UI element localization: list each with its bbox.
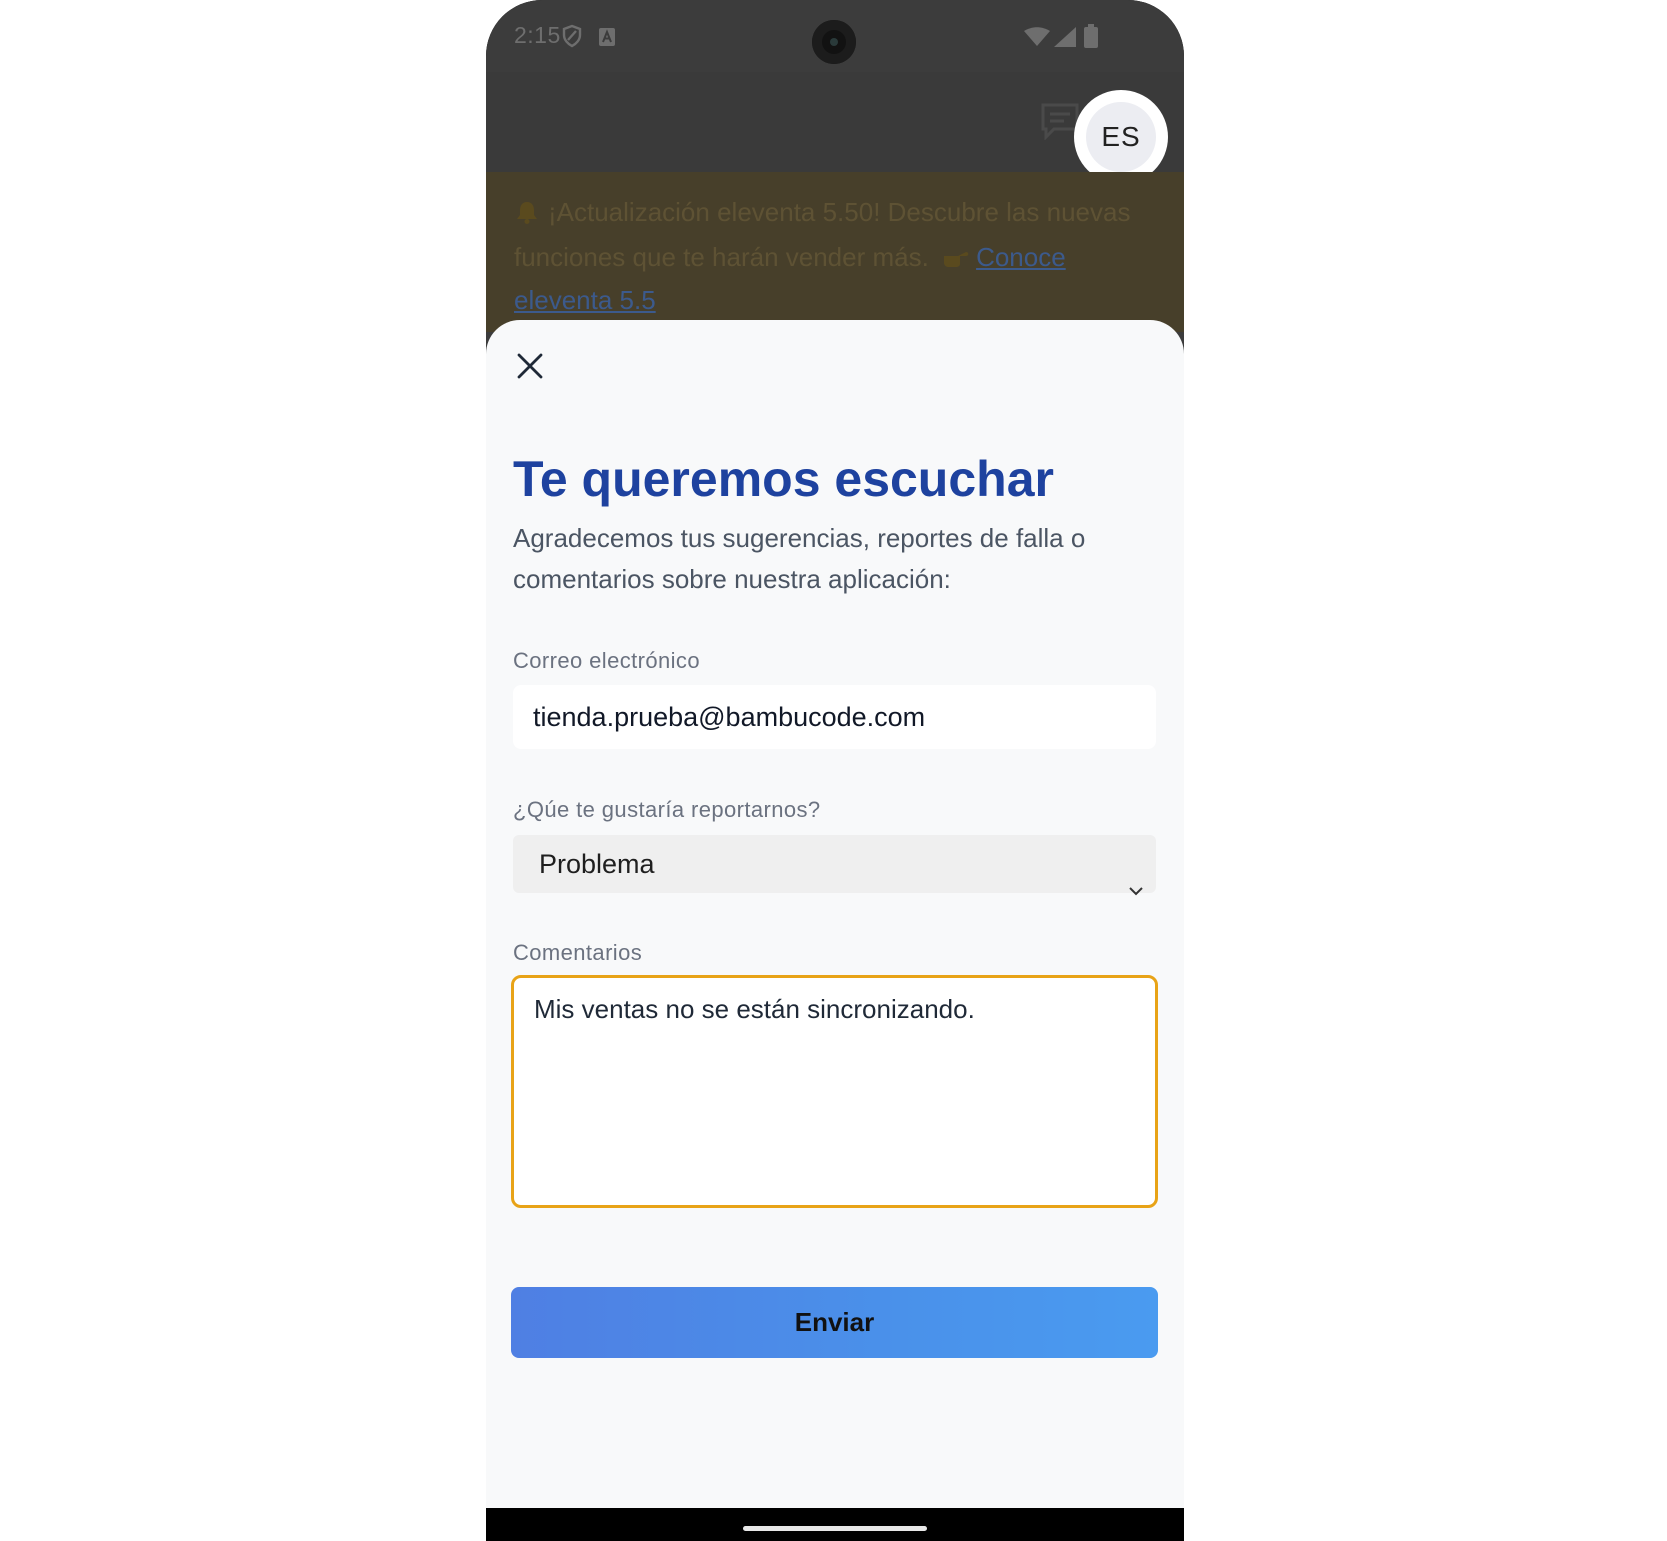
a-icon	[598, 26, 616, 53]
avatar-initials: ES	[1086, 102, 1156, 172]
submit-button[interactable]: Enviar	[511, 1287, 1158, 1358]
app-bar: ES	[486, 72, 1184, 184]
home-indicator[interactable]	[743, 1526, 927, 1531]
chevron-down-icon	[1128, 858, 1144, 916]
email-field[interactable]: tienda.prueba@bambucode.com	[513, 685, 1156, 749]
close-button[interactable]	[510, 348, 550, 388]
sheet-subtitle: Agradecemos tus sugerencias, reportes de…	[513, 523, 1086, 594]
bell-icon	[514, 196, 540, 237]
close-icon	[517, 353, 543, 384]
wifi-icon	[1024, 26, 1050, 53]
sheet-title: Te queremos escuchar	[513, 451, 1054, 507]
phone-frame: 2:15 ES ¡Actualización eleventa 5.50! De…	[486, 0, 1184, 1541]
hand-pointing-icon	[942, 239, 970, 280]
signal-icon	[1054, 26, 1076, 53]
status-time: 2:15	[514, 22, 561, 48]
avatar[interactable]: ES	[1074, 90, 1168, 184]
comments-textarea[interactable]: Mis ventas no se están sincronizando.	[511, 975, 1158, 1208]
shield-icon	[562, 24, 582, 54]
front-camera	[812, 20, 856, 64]
update-banner: ¡Actualización eleventa 5.50! Descubre l…	[486, 172, 1184, 332]
report-type-value: Problema	[539, 849, 655, 879]
system-nav-bar	[486, 1508, 1184, 1541]
status-bar: 2:15	[486, 0, 1184, 72]
report-type-select[interactable]: Problema	[513, 835, 1156, 896]
comments-label: Comentarios	[513, 940, 643, 965]
email-label: Correo electrónico	[513, 648, 700, 673]
report-type-label: ¿Qúe te gustaría reportarnos?	[513, 797, 821, 822]
battery-icon	[1084, 24, 1098, 54]
banner-text-block: ¡Actualización eleventa 5.50! Descubre l…	[514, 192, 1164, 321]
feedback-bottom-sheet: Te queremos escuchar Agradecemos tus sug…	[486, 320, 1184, 1508]
